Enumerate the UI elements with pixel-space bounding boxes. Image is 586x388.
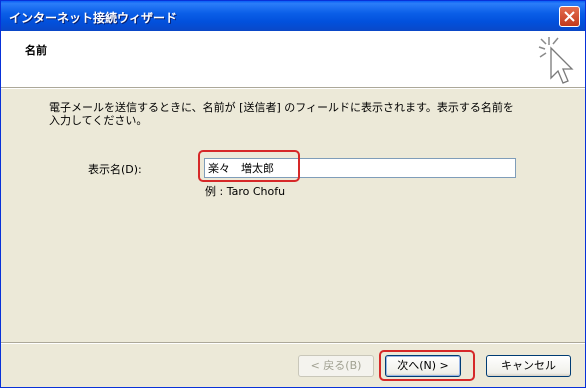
header-separator (1, 87, 585, 89)
description-text: 電子メールを送信するときに、名前が [送信者] のフィールドに表示されます。表示… (49, 101, 514, 127)
input-highlight-box (198, 150, 300, 182)
cancel-button[interactable]: キャンセル (486, 355, 571, 377)
wizard-header: 名前 (1, 31, 585, 87)
window-title: インターネット接続ウィザード (9, 11, 178, 25)
wizard-window: インターネット接続ウィザード 名前 電子メールを送信するときに、名前が [送信者… (0, 0, 586, 388)
page-title: 名前 (25, 44, 47, 57)
back-button[interactable]: < 戻る(B) (298, 355, 374, 377)
close-button[interactable] (559, 6, 580, 27)
example-text: 例 : Taro Chofu (205, 185, 286, 198)
footer-separator (1, 342, 585, 344)
wizard-sparkle-cursor-icon (538, 37, 574, 84)
display-name-label: 表示名(D): (88, 163, 142, 176)
title-bar[interactable]: インターネット接続ウィザード (1, 1, 585, 31)
close-icon (564, 11, 575, 22)
next-highlight-box (379, 350, 475, 381)
